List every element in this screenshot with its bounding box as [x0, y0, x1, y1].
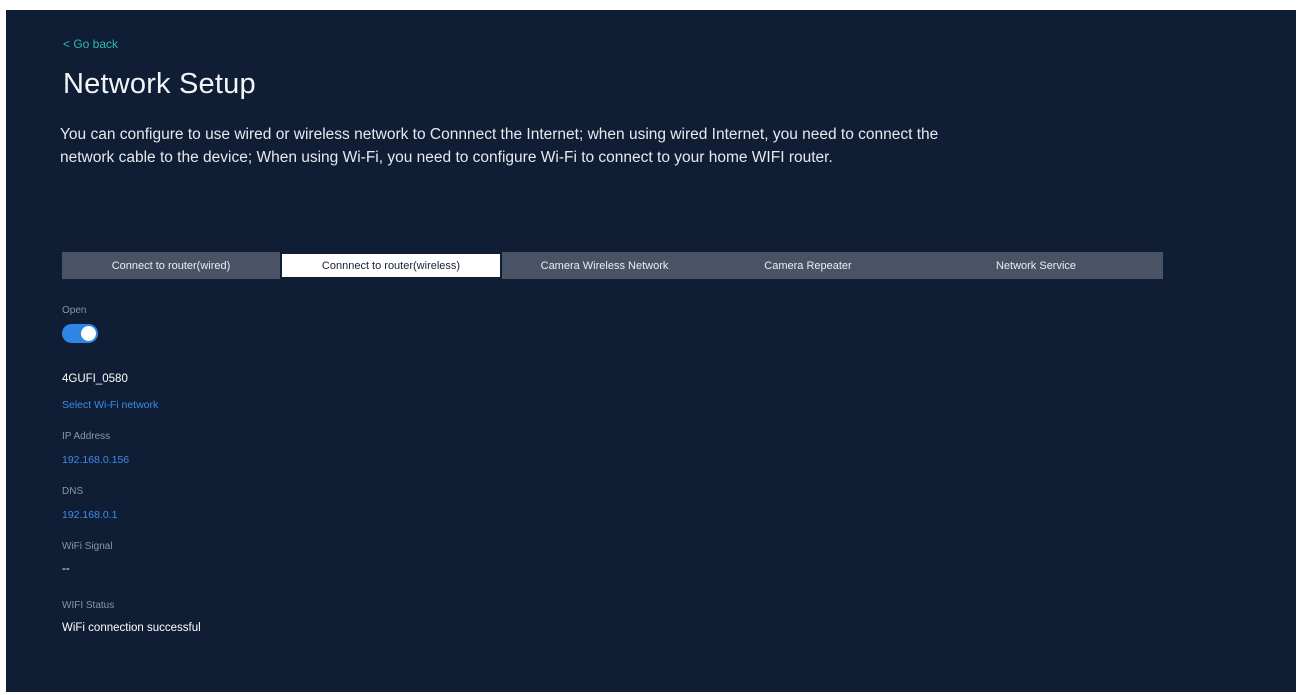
network-tab-bar: Connect to router(wired) Connnect to rou… — [62, 252, 1163, 279]
select-wifi-network-link[interactable]: Select Wi-Fi network — [62, 399, 158, 411]
ip-address-value: 192.168.0.156 — [62, 454, 130, 466]
ip-address-label: IP Address — [62, 431, 111, 442]
wifi-status-value: WiFi connection successful — [62, 622, 201, 634]
page-title: Network Setup — [63, 68, 256, 100]
wifi-status-label: WIFI Status — [62, 600, 115, 611]
wifi-signal-value: -- — [62, 563, 70, 575]
tab-camera-repeater[interactable]: Camera Repeater — [707, 252, 909, 279]
go-back-link[interactable]: < Go back — [63, 37, 118, 51]
wifi-open-toggle[interactable] — [62, 324, 98, 343]
tab-network-service[interactable]: Network Service — [909, 252, 1163, 279]
dns-value: 192.168.0.1 — [62, 509, 118, 521]
tab-wired[interactable]: Connect to router(wired) — [62, 252, 280, 279]
toggle-knob — [81, 326, 96, 341]
wifi-network-name: 4GUFI_0580 — [62, 373, 128, 385]
network-setup-screen: < Go back Network Setup You can configur… — [6, 10, 1296, 692]
open-label: Open — [62, 305, 87, 316]
dns-label: DNS — [62, 486, 84, 497]
page-description: You can configure to use wired or wirele… — [60, 126, 939, 166]
tab-wireless[interactable]: Connnect to router(wireless) — [280, 252, 502, 279]
tab-camera-wireless-network[interactable]: Camera Wireless Network — [502, 252, 707, 279]
wifi-signal-label: WiFi Signal — [62, 541, 113, 552]
